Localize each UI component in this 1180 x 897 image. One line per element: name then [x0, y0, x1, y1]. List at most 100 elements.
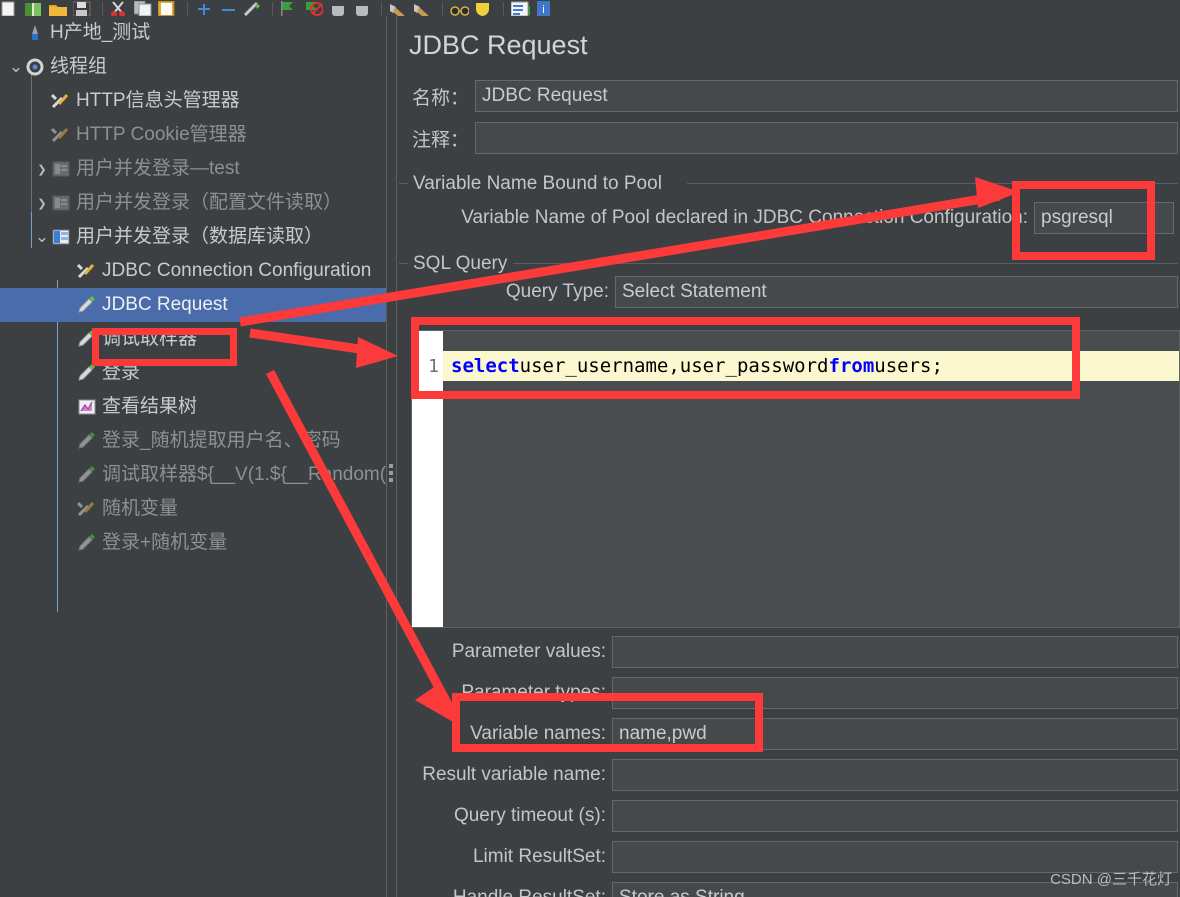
tree-item-label: JDBC Connection Configuration — [102, 259, 372, 281]
open-icon[interactable] — [48, 1, 68, 16]
collapse-all-icon[interactable] — [218, 1, 238, 16]
parameter-types-label: Parameter types: — [461, 682, 606, 703]
name-row: 名称： JDBC Request — [397, 78, 1180, 114]
shield-icon[interactable] — [473, 1, 493, 16]
tree-twisty-spacer — [60, 322, 76, 356]
tree-item-controller-config-file[interactable]: ❯ 用户并发登录（配置文件读取） — [0, 186, 386, 220]
tree-item-view-results-tree[interactable]: 查看结果树 — [0, 390, 386, 424]
save-icon[interactable] — [72, 1, 92, 16]
group-line — [513, 263, 1178, 264]
tree-item-jdbc-connection-configuration[interactable]: JDBC Connection Configuration — [0, 254, 386, 288]
tree-item-label: 用户并发登录（数据库读取） — [76, 225, 324, 247]
query-type-row: Query Type: Select Statement — [397, 274, 1180, 310]
tree-item-label: 登录 — [102, 361, 141, 383]
query-timeout-row: Query timeout (s): — [397, 798, 1180, 834]
comment-input[interactable] — [475, 122, 1178, 154]
open-template-icon[interactable] — [24, 1, 44, 16]
group-line — [399, 263, 408, 264]
query-timeout-input[interactable] — [612, 800, 1178, 832]
pool-label: Variable Name of Pool declared in JDBC C… — [461, 207, 1028, 228]
paste-icon[interactable] — [157, 1, 177, 16]
tree-twisty-spacer — [60, 254, 76, 288]
tree-item-http-cookie-manager[interactable]: HTTP Cookie管理器 — [0, 118, 386, 152]
chevron-down-icon[interactable]: ⌄ — [34, 220, 50, 254]
variable-names-input[interactable]: name,pwd — [612, 718, 1178, 750]
tree-twisty-spacer — [60, 424, 76, 458]
result-variable-name-row: Result variable name: — [397, 757, 1180, 793]
parameter-values-input[interactable] — [612, 636, 1178, 668]
shutdown-icon[interactable] — [351, 1, 371, 16]
tree-item-login[interactable]: 登录 — [0, 356, 386, 390]
test-plan-tree[interactable]: H产地_测试 ⌄ 线程组 HTTP信息头管理器 HTTP Cookie管理器 ❯ 用户并… — [0, 16, 386, 897]
tree-item-debug-sampler-random[interactable]: 调试取样器${__V(1.${__Random(1 — [0, 458, 386, 492]
tree-item-login-random-variable[interactable]: 登录+随机变量 — [0, 526, 386, 560]
start-no-pauses-icon[interactable] — [303, 1, 323, 16]
cut-icon[interactable] — [109, 1, 129, 16]
svg-text:i: i — [542, 4, 544, 16]
test-plan-icon — [24, 22, 46, 44]
chevron-down-icon[interactable]: ⌄ — [8, 50, 24, 84]
function-helper-icon[interactable] — [510, 1, 530, 16]
result-variable-name-label: Result variable name: — [422, 764, 606, 785]
pool-variable-name-input[interactable]: psgresql — [1034, 202, 1174, 234]
tree-item-controller-test[interactable]: ❯ 用户并发登录—test — [0, 152, 386, 186]
sql-code-line[interactable]: select user_username,user_password from … — [443, 351, 1179, 381]
start-icon[interactable] — [279, 1, 299, 16]
toolbar-divider — [187, 2, 188, 16]
toolbar-group-clear — [388, 0, 436, 16]
expand-all-icon[interactable] — [194, 1, 214, 16]
chevron-right-icon[interactable]: ❯ — [34, 186, 50, 220]
toolbar-divider — [381, 2, 382, 16]
tree-item-http-header-manager[interactable]: HTTP信息头管理器 — [0, 84, 386, 118]
variable-names-label: Variable names: — [470, 723, 606, 744]
pool-group-separator: Variable Name Bound to Pool — [397, 173, 1180, 195]
tree-item-random-variable[interactable]: 随机变量 — [0, 492, 386, 526]
toolbar-divider — [102, 2, 103, 16]
tree-item-jdbc-request[interactable]: JDBC Request — [0, 288, 386, 322]
copy-icon[interactable] — [133, 1, 153, 16]
chevron-right-icon[interactable]: ❯ — [34, 152, 50, 186]
tree-item-label: 用户并发登录（配置文件读取） — [76, 191, 343, 213]
parameter-types-input[interactable] — [612, 677, 1178, 709]
help-icon[interactable]: i — [534, 1, 554, 16]
tree-item-label: 登录_随机提取用户名、密码 — [102, 429, 341, 451]
new-test-plan-icon[interactable] — [0, 1, 20, 16]
parameter-values-label: Parameter values: — [451, 641, 606, 662]
tree-item-controller-database[interactable]: ⌄ 用户并发登录（数据库读取） — [0, 220, 386, 254]
tree-item-debug-sampler[interactable]: 调试取样器 — [0, 322, 386, 356]
result-variable-name-input[interactable] — [612, 759, 1178, 791]
tree-item-login-random-extract[interactable]: 登录_随机提取用户名、密码 — [0, 424, 386, 458]
cookie-manager-icon — [50, 124, 72, 146]
query-type-select[interactable]: Select Statement — [615, 276, 1178, 308]
sql-group-separator: SQL Query — [397, 253, 1180, 275]
name-input[interactable]: JDBC Request — [475, 80, 1178, 112]
tree-row-list[interactable]: H产地_测试 ⌄ 线程组 HTTP信息头管理器 HTTP Cookie管理器 ❯ 用户并… — [0, 16, 386, 560]
tree-item-thread-group[interactable]: ⌄ 线程组 — [0, 50, 386, 84]
tree-item-test-plan[interactable]: H产地_测试 — [0, 16, 386, 50]
comment-row: 注释： — [397, 120, 1180, 156]
sql-keyword: from — [828, 355, 875, 377]
tree-item-label: 登录+随机变量 — [102, 531, 228, 553]
splitter-grip[interactable] — [389, 464, 393, 482]
sql-keyword: select — [451, 355, 520, 377]
pool-row: Variable Name of Pool declared in JDBC C… — [397, 200, 1180, 236]
toolbar: i — [0, 0, 1180, 16]
sampler-icon — [76, 362, 98, 384]
header-manager-icon — [50, 90, 72, 112]
variable-names-row: Variable names: name,pwd — [397, 716, 1180, 752]
controller-icon — [50, 192, 72, 214]
toolbar-group-search — [449, 0, 497, 16]
toggle-icon[interactable] — [242, 1, 262, 16]
sql-query-editor[interactable]: 1 select user_username,user_password fro… — [411, 330, 1180, 628]
tree-twisty-spacer — [60, 492, 76, 526]
tree-item-label: JDBC Request — [102, 293, 228, 315]
glasses-icon[interactable] — [449, 1, 469, 16]
panel-splitter[interactable] — [386, 16, 397, 897]
stop-icon[interactable] — [327, 1, 347, 16]
toolbar-group-help: i — [510, 0, 558, 16]
comment-label: 注释： — [411, 129, 469, 151]
parameter-types-row: Parameter types: — [397, 675, 1180, 711]
tree-twisty-spacer — [60, 390, 76, 424]
clear-icon[interactable] — [388, 1, 408, 16]
clear-all-icon[interactable] — [412, 1, 432, 16]
